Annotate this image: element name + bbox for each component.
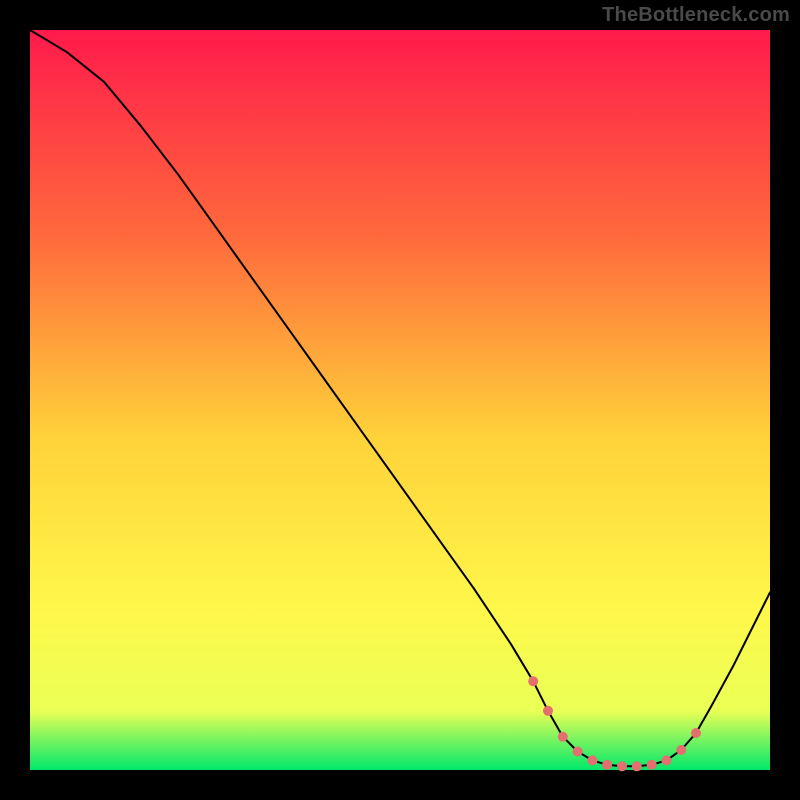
curve-marker [632, 761, 642, 771]
curve-marker [661, 755, 671, 765]
bottleneck-chart [0, 0, 800, 800]
curve-marker [691, 728, 701, 738]
watermark-text: TheBottleneck.com [602, 4, 790, 27]
curve-marker [543, 706, 553, 716]
curve-marker [528, 676, 538, 686]
curve-marker [602, 760, 612, 770]
chart-frame: TheBottleneck.com [0, 0, 800, 800]
curve-marker [617, 761, 627, 771]
plot-background [30, 30, 770, 770]
curve-marker [676, 745, 686, 755]
curve-marker [647, 760, 657, 770]
curve-marker [573, 747, 583, 757]
curve-marker [558, 732, 568, 742]
curve-marker [587, 755, 597, 765]
